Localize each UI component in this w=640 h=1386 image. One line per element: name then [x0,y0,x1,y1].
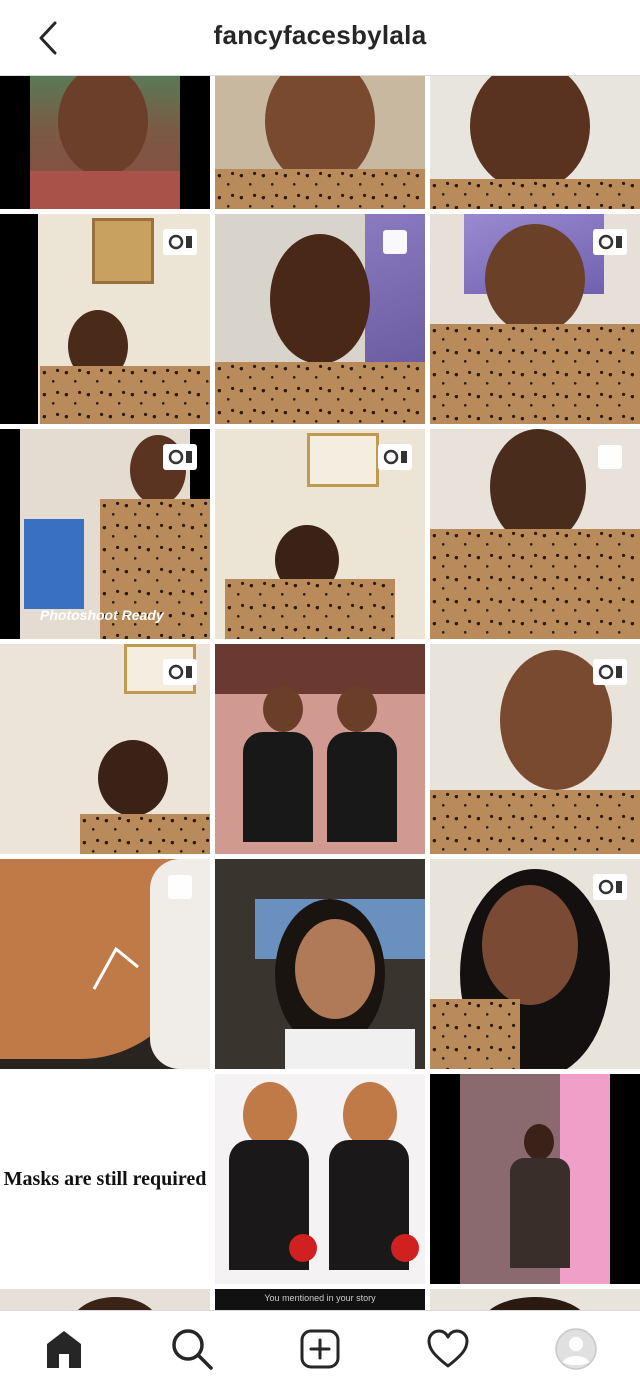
post-tile[interactable]: Photoshoot Ready [0,429,210,639]
post-tile[interactable] [0,859,210,1069]
heart-icon [427,1329,469,1367]
bottom-nav [0,1310,640,1386]
video-icon [593,874,627,900]
nav-profile-button[interactable] [544,1317,608,1381]
story-mention-label: You mentioned in your story [264,1293,376,1303]
profile-username: fancyfacesbylala [213,20,427,50]
post-tile[interactable] [430,859,640,1069]
post-tile[interactable] [430,1289,640,1310]
post-tile[interactable] [430,214,640,424]
post-tile[interactable] [215,644,425,854]
post-tile[interactable] [430,1074,640,1284]
carousel-icon [168,875,192,899]
post-tile[interactable]: You mentioned in your story [215,1289,425,1310]
post-tile[interactable]: Masks are still required [0,1074,210,1284]
home-icon [47,1330,81,1368]
post-tile[interactable] [215,76,425,209]
nav-search-button[interactable] [160,1317,224,1381]
video-icon [163,659,197,685]
nav-create-button[interactable] [288,1317,352,1381]
post-grid: Photoshoot Ready Masks are still require… [0,76,640,1310]
video-icon [593,229,627,255]
photoshoot-caption: Photoshoot Ready [40,607,164,623]
video-icon [593,659,627,685]
post-tile[interactable] [215,214,425,424]
post-tile[interactable] [430,429,640,639]
search-icon [172,1328,213,1370]
video-icon [163,229,197,255]
carousel-icon [598,445,622,469]
post-tile[interactable] [430,644,640,854]
nav-activity-button[interactable] [416,1317,480,1381]
create-post-icon [300,1329,340,1368]
post-tile[interactable] [430,76,640,209]
post-tile[interactable] [0,214,210,424]
profile-header: fancyfacesbylala [0,0,640,76]
nav-home-button[interactable] [32,1317,96,1381]
post-tile[interactable] [215,1074,425,1284]
masks-caption: Masks are still required [3,1167,207,1190]
video-icon [378,444,412,470]
post-tile[interactable] [0,644,210,854]
post-tile[interactable] [0,1289,210,1310]
post-tile[interactable] [215,859,425,1069]
post-tile[interactable] [0,76,210,209]
profile-avatar-icon [555,1327,597,1370]
video-icon [163,444,197,470]
carousel-icon [383,230,407,254]
post-tile[interactable] [215,429,425,639]
